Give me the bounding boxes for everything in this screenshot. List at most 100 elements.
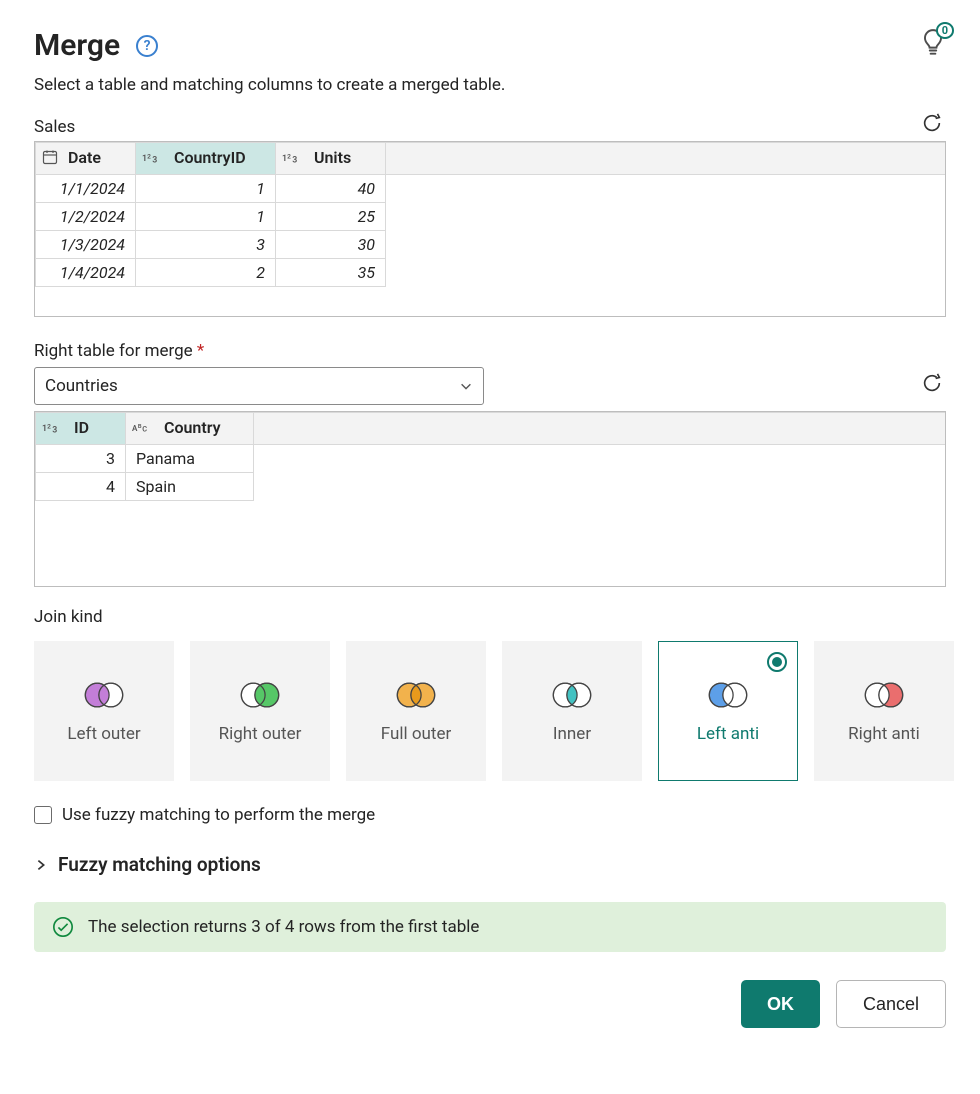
column-header-country[interactable]: ABC Country (126, 413, 254, 445)
column-header-filler (386, 143, 946, 175)
column-header-id[interactable]: 123 ID (36, 413, 126, 445)
table-row[interactable]: 1/3/2024330 (36, 231, 946, 259)
join-label: Right anti (842, 724, 926, 744)
page-title: Merge ? (34, 28, 505, 63)
dialog-header-left: Merge ? Select a table and matching colu… (34, 28, 505, 95)
chevron-right-icon (34, 858, 48, 872)
svg-text:1: 1 (142, 154, 147, 164)
help-icon[interactable]: ? (136, 35, 158, 57)
join-label: Left anti (691, 724, 765, 744)
join-right-outer[interactable]: Right outer (190, 641, 330, 781)
subtitle: Select a table and matching columns to c… (34, 75, 505, 95)
left-table-preview: Date 123 CountryID 123 Units 1 (34, 141, 946, 317)
ok-button[interactable]: OK (741, 980, 820, 1028)
checkbox-icon (34, 806, 52, 824)
join-inner[interactable]: Inner (502, 641, 642, 781)
join-kind-cards: Left outer Right outer Full outer Inner … (34, 641, 946, 781)
cell-countryid: 1 (136, 203, 276, 231)
table-row[interactable]: 4Spain (36, 473, 946, 501)
svg-text:2: 2 (47, 422, 51, 430)
svg-text:3: 3 (292, 155, 297, 165)
right-table-selected: Countries (45, 376, 118, 396)
number-type-icon: 123 (42, 420, 64, 439)
fuzzy-checkbox-label: Use fuzzy matching to perform the merge (62, 805, 375, 825)
cell-countryid: 2 (136, 259, 276, 287)
column-label: Units (314, 148, 351, 167)
svg-text:1: 1 (42, 424, 47, 434)
right-table-label-text: Right table for merge (34, 341, 193, 361)
cell-date: 1/3/2024 (36, 231, 136, 259)
cell-id: 4 (36, 473, 126, 501)
column-label: ID (74, 418, 89, 437)
right-table-select[interactable]: Countries (34, 367, 484, 405)
table-row[interactable]: 3Panama (36, 445, 946, 473)
cell-date: 1/1/2024 (36, 175, 136, 203)
title-text: Merge (34, 28, 120, 63)
result-banner: The selection returns 3 of 4 rows from t… (34, 902, 946, 952)
radio-indicator-icon (767, 652, 787, 672)
cell-units: 40 (276, 175, 386, 203)
venn-icon (546, 678, 598, 712)
venn-icon (702, 678, 754, 712)
cell-units: 25 (276, 203, 386, 231)
result-message: The selection returns 3 of 4 rows from t… (88, 917, 479, 937)
countries-body: 3Panama4Spain (36, 445, 946, 501)
column-header-date[interactable]: Date (36, 143, 136, 175)
fuzzy-options-expander[interactable]: Fuzzy matching options (34, 853, 946, 876)
hints-badge: 0 (936, 22, 954, 39)
dialog-header: Merge ? Select a table and matching colu… (34, 28, 946, 95)
join-left-outer[interactable]: Left outer (34, 641, 174, 781)
join-left-anti[interactable]: Left anti (658, 641, 798, 781)
venn-icon (78, 678, 130, 712)
svg-text:C: C (142, 424, 147, 433)
venn-icon (390, 678, 442, 712)
table-row[interactable]: 1/4/2024235 (36, 259, 946, 287)
number-type-icon: 123 (142, 150, 164, 169)
sales-table: Date 123 CountryID 123 Units 1 (35, 142, 945, 287)
cell-countryid: 1 (136, 175, 276, 203)
cell-countryid: 3 (136, 231, 276, 259)
column-header-filler (254, 413, 946, 445)
column-label: Date (68, 148, 101, 167)
chevron-down-icon (459, 379, 473, 393)
svg-text:3: 3 (52, 425, 57, 435)
fuzzy-checkbox-row[interactable]: Use fuzzy matching to perform the merge (34, 805, 946, 825)
countries-table: 123 ID ABC Country 3Panama4Spain (35, 412, 945, 501)
svg-text:3: 3 (152, 155, 157, 165)
required-indicator: * (197, 341, 204, 361)
table-header-row: Date 123 CountryID 123 Units (36, 143, 946, 175)
refresh-icon (921, 372, 943, 394)
refresh-left-table-button[interactable] (918, 109, 946, 137)
right-table-preview: 123 ID ABC Country 3Panama4Spain (34, 411, 946, 587)
cancel-button[interactable]: Cancel (836, 980, 946, 1028)
svg-text:B: B (138, 424, 142, 430)
cell-units: 30 (276, 231, 386, 259)
text-type-icon: ABC (132, 420, 154, 439)
column-label: CountryID (174, 148, 246, 167)
join-label: Left outer (61, 724, 146, 744)
join-full-outer[interactable]: Full outer (346, 641, 486, 781)
column-header-units[interactable]: 123 Units (276, 143, 386, 175)
cell-id: 3 (36, 445, 126, 473)
sales-body: 1/1/20241401/2/20241251/3/20243301/4/202… (36, 175, 946, 287)
dialog-actions: OK Cancel (34, 980, 946, 1028)
join-kind-label: Join kind (34, 607, 946, 627)
join-right-anti[interactable]: Right anti (814, 641, 954, 781)
cell-date: 1/2/2024 (36, 203, 136, 231)
table-row[interactable]: 1/2/2024125 (36, 203, 946, 231)
table-row[interactable]: 1/1/2024140 (36, 175, 946, 203)
check-circle-icon (52, 916, 74, 938)
cell-country: Panama (126, 445, 254, 473)
refresh-right-table-button[interactable] (918, 369, 946, 397)
right-table-field-label: Right table for merge * (34, 341, 946, 361)
column-header-countryid[interactable]: 123 CountryID (136, 143, 276, 175)
fuzzy-options-label: Fuzzy matching options (58, 853, 261, 876)
venn-icon (234, 678, 286, 712)
cell-country: Spain (126, 473, 254, 501)
svg-text:2: 2 (147, 152, 151, 160)
hints-button[interactable]: 0 (920, 28, 946, 62)
join-label: Right outer (213, 724, 308, 744)
cell-date: 1/4/2024 (36, 259, 136, 287)
cell-units: 35 (276, 259, 386, 287)
svg-text:A: A (132, 424, 138, 433)
